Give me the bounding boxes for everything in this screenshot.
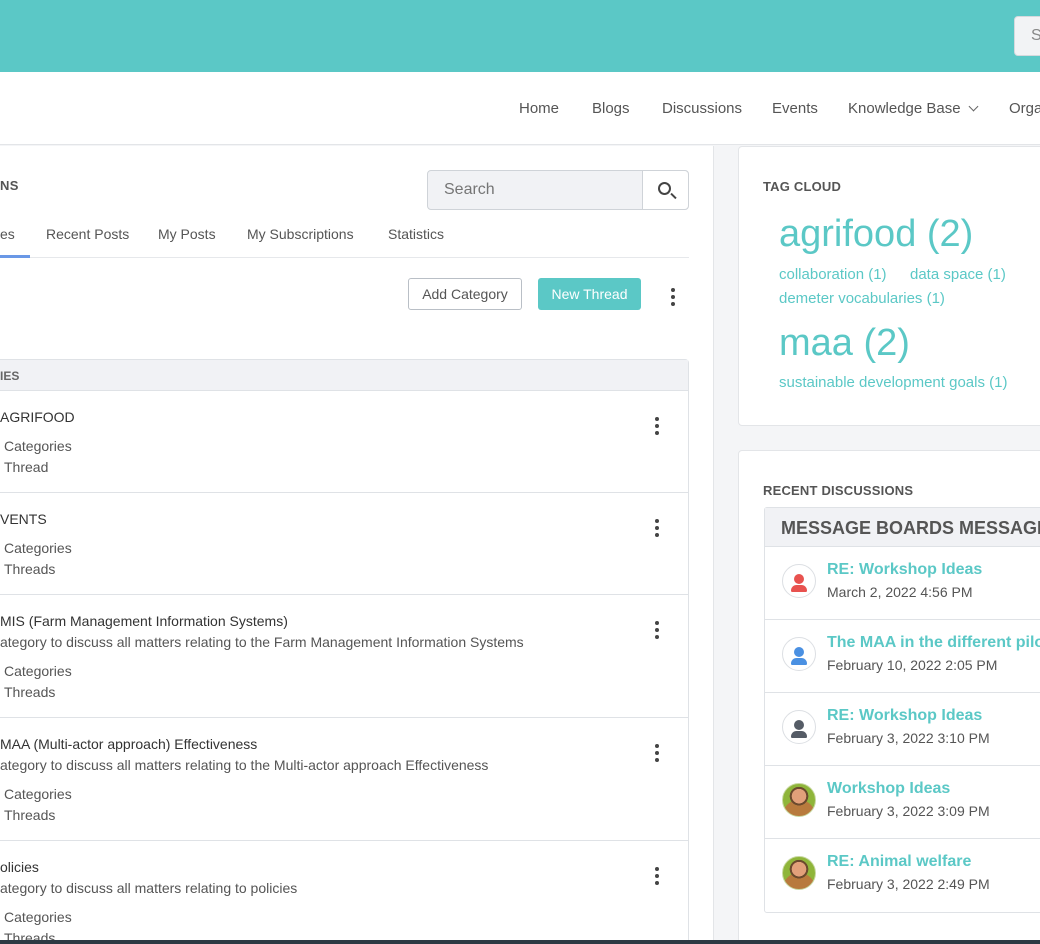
row-options-icon[interactable] [655,417,659,438]
nav-blogs[interactable]: Blogs [592,100,630,117]
user-avatar-icon [782,564,816,598]
nav-knowledge-base[interactable]: Knowledge Base [848,100,979,117]
nav-discussions[interactable]: Discussions [662,100,742,117]
category-title[interactable]: olicies [0,859,39,875]
table-row[interactable]: AGRIFOOD Categories Thread [0,391,688,493]
category-description: ategory to discuss all matters relating … [0,634,524,650]
thread-count: Thread [4,459,49,475]
category-count: Categories [4,540,72,556]
table-header: IES [0,360,688,391]
discussion-link[interactable]: RE: Animal welfare [827,853,971,871]
tab-statistics[interactable]: Statistics [388,226,444,242]
user-photo-avatar [782,783,816,817]
table-row[interactable]: VENTS Categories Threads [0,493,688,595]
discussion-link[interactable]: Workshop Ideas [827,780,950,798]
list-header: MESSAGE BOARDS MESSAGE [765,508,1040,547]
category-title[interactable]: VENTS [0,511,47,527]
user-avatar-icon [782,710,816,744]
row-options-icon[interactable] [655,744,659,765]
board-search-input[interactable] [428,171,642,209]
recent-discussions-title: RECENT DISCUSSIONS [763,483,914,498]
thread-count: Threads [4,807,56,823]
nav-home[interactable]: Home [519,100,559,117]
board-tabs: es Recent Posts My Posts My Subscription… [0,224,689,258]
table-row[interactable]: MIS (Farm Management Information Systems… [0,595,688,718]
category-title[interactable]: MAA (Multi-actor approach) Effectiveness [0,736,257,752]
category-description: ategory to discuss all matters relating … [0,757,489,773]
discussion-link[interactable]: The MAA in the different pilot [827,634,1040,652]
bottom-edge [0,940,1040,944]
tag-cloud-title: TAG CLOUD [763,179,842,194]
list-item[interactable]: RE: Workshop Ideas February 3, 2022 3:10… [765,693,1040,766]
tab-recent-posts[interactable]: Recent Posts [46,226,129,242]
list-item[interactable]: RE: Animal welfare February 3, 2022 2:49… [765,839,1040,912]
category-title[interactable]: AGRIFOOD [0,409,75,425]
recent-discussions-list: MESSAGE BOARDS MESSAGE RE: Workshop Idea… [764,507,1040,913]
message-boards-panel: NS es Recent Posts My Posts My Subscript… [0,146,714,944]
tab-my-subscriptions[interactable]: My Subscriptions [247,226,354,242]
table-row[interactable]: olicies ategory to discuss all matters r… [0,841,688,944]
discussion-date: February 10, 2022 2:05 PM [827,657,998,673]
chevron-down-icon [968,101,979,112]
tag-link[interactable]: maa (2) [779,322,910,365]
tag-link[interactable]: agrifood (2) [779,213,973,256]
category-count: Categories [4,663,72,679]
active-tab-indicator [0,255,30,258]
discussion-link[interactable]: RE: Workshop Ideas [827,561,982,579]
category-count: Categories [4,438,72,454]
top-bar: S [0,0,1040,72]
table-row[interactable]: MAA (Multi-actor approach) Effectiveness… [0,718,688,841]
discussion-link[interactable]: RE: Workshop Ideas [827,707,982,725]
new-thread-button[interactable]: New Thread [538,278,641,310]
list-item[interactable]: The MAA in the different pilot February … [765,620,1040,693]
add-category-button[interactable]: Add Category [408,278,522,310]
more-options-icon[interactable] [671,288,675,309]
tag-link[interactable]: sustainable development goals (1) [779,374,1007,391]
tag-link[interactable]: data space (1) [910,266,1006,283]
board-search [427,170,689,210]
search-button[interactable] [642,171,688,209]
discussion-date: February 3, 2022 2:49 PM [827,876,990,892]
user-avatar-icon [782,637,816,671]
list-item[interactable]: RE: Workshop Ideas March 2, 2022 4:56 PM [765,547,1040,620]
row-options-icon[interactable] [655,621,659,642]
category-count: Categories [4,786,72,802]
row-options-icon[interactable] [655,519,659,540]
tab-my-posts[interactable]: My Posts [158,226,216,242]
discussion-date: February 3, 2022 3:10 PM [827,730,990,746]
category-count: Categories [4,909,72,925]
list-item[interactable]: Workshop Ideas February 3, 2022 3:09 PM [765,766,1040,839]
category-title[interactable]: MIS (Farm Management Information Systems… [0,613,288,629]
recent-discussions-panel: RECENT DISCUSSIONS MESSAGE BOARDS MESSAG… [738,450,1040,944]
nav-events[interactable]: Events [772,100,818,117]
discussion-date: February 3, 2022 3:09 PM [827,803,990,819]
tag-link[interactable]: collaboration (1) [779,266,887,283]
search-icon [658,182,671,195]
nav-organizations[interactable]: Orga [1009,100,1040,117]
tag-link[interactable]: demeter vocabularies (1) [779,290,945,307]
global-search-input[interactable]: S [1014,16,1040,56]
row-options-icon[interactable] [655,867,659,888]
thread-count: Threads [4,561,56,577]
categories-table: IES AGRIFOOD Categories Thread VENTS Cat… [0,359,689,944]
discussion-date: March 2, 2022 4:56 PM [827,584,973,600]
tag-cloud-panel: TAG CLOUD agrifood (2) collaboration (1)… [738,146,1040,426]
thread-count: Threads [4,684,56,700]
main-nav: Home Blogs Discussions Events Knowledge … [0,72,1040,145]
nav-knowledge-base-label: Knowledge Base [848,100,961,117]
category-description: ategory to discuss all matters relating … [0,880,298,896]
user-photo-avatar [782,856,816,890]
section-title: NS [0,178,19,193]
tab-categories[interactable]: es [0,226,15,242]
